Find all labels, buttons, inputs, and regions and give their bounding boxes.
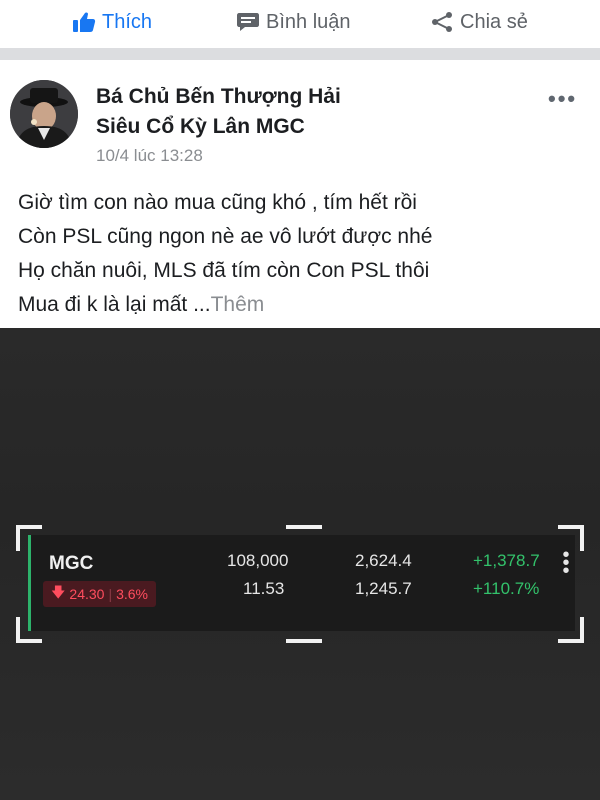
post-timestamp[interactable]: 10/4 lúc 13:28 <box>96 146 203 166</box>
post-body: Giờ tìm con nào mua cũng khó , tím hết r… <box>18 186 588 322</box>
author-name-line2: Siêu Cổ Kỳ Lân MGC <box>96 115 305 138</box>
post-action-bar: Thích Bình luận Chia sẻ <box>0 0 600 44</box>
post-line-4: Mua đi k là lại mất ...Thêm <box>18 288 588 322</box>
author-name-line1: Bá Chủ Bến Thượng Hải <box>96 85 341 108</box>
change-value: 24.30 <box>69 586 105 602</box>
thumbs-up-icon <box>73 12 96 33</box>
feed-divider <box>0 48 600 60</box>
badge-separator: | <box>108 586 113 602</box>
stock-row: MGC 🡇 24.30 | 3.6% 108,000 11.53 2,624.4… <box>28 535 575 631</box>
stock-pe: 11.53 <box>243 579 285 598</box>
avatar[interactable] <box>10 80 78 148</box>
share-button[interactable]: Chia sẻ <box>430 11 528 34</box>
comment-button[interactable]: Bình luận <box>236 11 351 34</box>
stock-volume: 108,000 <box>227 551 289 570</box>
stock-gain-top: +1,378.7 <box>473 551 540 570</box>
post-line-4-text: Mua đi k là lại mất ... <box>18 293 211 316</box>
share-label: Chia sẻ <box>460 10 528 33</box>
kebab-menu-icon: • • • <box>562 544 570 582</box>
like-label: Thích <box>102 10 153 33</box>
see-more-link[interactable]: Thêm <box>211 293 265 316</box>
avatar-image <box>10 80 78 148</box>
frame-edge <box>286 525 322 529</box>
stock-screenshot-frame: MGC 🡇 24.30 | 3.6% 108,000 11.53 2,624.4… <box>16 525 584 643</box>
arrow-down-icon: 🡇 <box>51 584 66 600</box>
price-change-badge: 🡇 24.30 | 3.6% <box>43 581 157 607</box>
share-icon <box>432 12 452 32</box>
stock-gain-bottom: +110.7% <box>473 579 540 598</box>
stock-value-top: 2,624.4 <box>355 551 412 570</box>
more-options-icon[interactable]: ••• <box>548 86 577 112</box>
like-button[interactable]: Thích <box>72 11 152 34</box>
post-line-1: Giờ tìm con nào mua cũng khó , tím hết r… <box>18 191 417 214</box>
stock-ticker: MGC <box>49 553 94 574</box>
post-author[interactable]: Bá Chủ Bến Thượng Hải Siêu Cổ Kỳ Lân MGC <box>96 82 516 142</box>
change-percent: 3.6% <box>116 586 149 602</box>
post-line-3: Họ chăn nuôi, MLS đã tím còn Con PSL thô… <box>18 259 430 282</box>
frame-edge <box>286 639 322 643</box>
stock-value-bottom: 1,245.7 <box>355 579 412 598</box>
comment-icon <box>237 13 259 31</box>
post-image[interactable]: MGC 🡇 24.30 | 3.6% 108,000 11.53 2,624.4… <box>0 328 600 800</box>
comment-label: Bình luận <box>266 10 351 33</box>
post-line-2: Còn PSL cũng ngon nè ae vô lướt được nhé <box>18 225 433 248</box>
